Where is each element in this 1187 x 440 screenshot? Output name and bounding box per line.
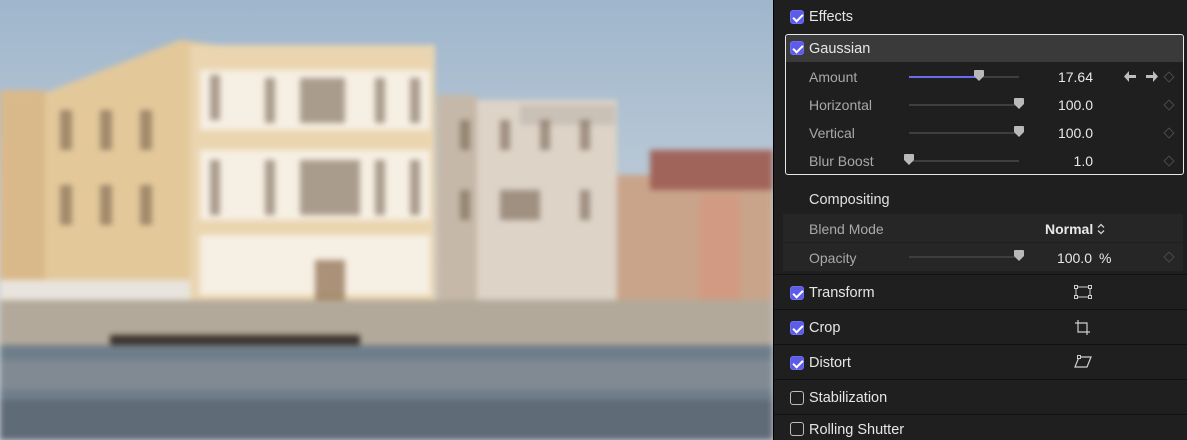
distort-icon[interactable] <box>1074 355 1092 369</box>
video-inspector: Effects Gaussian Amount 17.64 Horizontal… <box>773 0 1187 440</box>
opacity-slider[interactable] <box>909 250 1024 261</box>
stabilization-label: Stabilization <box>809 390 888 406</box>
vertical-value[interactable]: 100.0 <box>1058 125 1093 141</box>
previous-keyframe-icon[interactable] <box>1123 70 1137 83</box>
amount-label: Amount <box>809 69 858 85</box>
horizontal-label: Horizontal <box>809 97 873 113</box>
blend-mode-value: Normal <box>1045 221 1094 237</box>
opacity-slider-thumb[interactable] <box>1014 250 1024 261</box>
amount-slider-thumb[interactable] <box>974 70 985 81</box>
video-viewer[interactable] <box>0 0 773 440</box>
amount-value[interactable]: 17.64 <box>1058 69 1093 85</box>
horizontal-keyframe-icon[interactable] <box>1163 99 1175 111</box>
gaussian-checkbox[interactable] <box>790 41 804 55</box>
transform-section-header[interactable]: Transform <box>774 276 1187 309</box>
vertical-keyframe-icon[interactable] <box>1163 127 1175 139</box>
distort-label: Distort <box>809 355 851 371</box>
transform-icon[interactable] <box>1074 285 1092 299</box>
effects-checkbox[interactable] <box>790 10 804 24</box>
param-row-vertical: Vertical 100.0 <box>774 119 1187 147</box>
rolling-shutter-label: Rolling Shutter <box>809 422 905 438</box>
blur-boost-slider[interactable] <box>904 154 1019 165</box>
effects-label: Effects <box>809 9 854 25</box>
amount-keyframe-icon[interactable] <box>1163 71 1175 83</box>
compositing-group-header[interactable]: Compositing <box>774 185 1187 213</box>
blend-mode-label: Blend Mode <box>809 221 884 237</box>
vertical-label: Vertical <box>809 125 855 141</box>
param-row-horizontal: Horizontal 100.0 <box>774 91 1187 119</box>
param-row-blur-boost: Blur Boost 1.0 <box>774 147 1187 175</box>
blur-boost-keyframe-icon[interactable] <box>1163 155 1175 167</box>
horizontal-value[interactable]: 100.0 <box>1058 97 1093 113</box>
up-down-chevron-icon <box>1097 223 1105 235</box>
opacity-value[interactable]: 100.0 <box>1057 250 1092 266</box>
blur-boost-label: Blur Boost <box>809 153 874 169</box>
horizontal-slider-thumb[interactable] <box>1014 98 1024 109</box>
distort-section-header[interactable]: Distort <box>774 346 1187 379</box>
param-row-amount: Amount 17.64 <box>774 63 1187 91</box>
opacity-label: Opacity <box>809 250 857 266</box>
gaussian-label: Gaussian <box>809 41 871 57</box>
blur-boost-slider-thumb[interactable] <box>904 154 914 165</box>
transform-label: Transform <box>809 285 875 301</box>
blend-mode-popup[interactable]: Normal <box>1045 219 1105 239</box>
horizontal-slider[interactable] <box>909 98 1024 109</box>
amount-slider-fill <box>909 76 980 78</box>
stabilization-section-header[interactable]: Stabilization <box>774 381 1187 414</box>
blurred-canal-image <box>0 40 773 440</box>
vertical-slider[interactable] <box>909 126 1024 137</box>
effects-section-header[interactable]: Effects <box>774 2 1187 32</box>
rolling-shutter-checkbox[interactable] <box>790 422 804 436</box>
crop-icon[interactable] <box>1074 319 1092 335</box>
compositing-label: Compositing <box>809 192 890 208</box>
distort-checkbox[interactable] <box>790 356 804 370</box>
opacity-unit: % <box>1099 250 1112 266</box>
next-keyframe-icon[interactable] <box>1145 70 1159 83</box>
crop-checkbox[interactable] <box>790 321 804 335</box>
crop-label: Crop <box>809 320 841 336</box>
stabilization-checkbox[interactable] <box>790 391 804 405</box>
vertical-slider-thumb[interactable] <box>1014 126 1024 137</box>
amount-slider[interactable] <box>909 70 1019 81</box>
crop-section-header[interactable]: Crop <box>774 311 1187 344</box>
blur-boost-value[interactable]: 1.0 <box>1074 153 1093 169</box>
rolling-shutter-section-header[interactable]: Rolling Shutter <box>774 416 1187 440</box>
transform-checkbox[interactable] <box>790 286 804 300</box>
